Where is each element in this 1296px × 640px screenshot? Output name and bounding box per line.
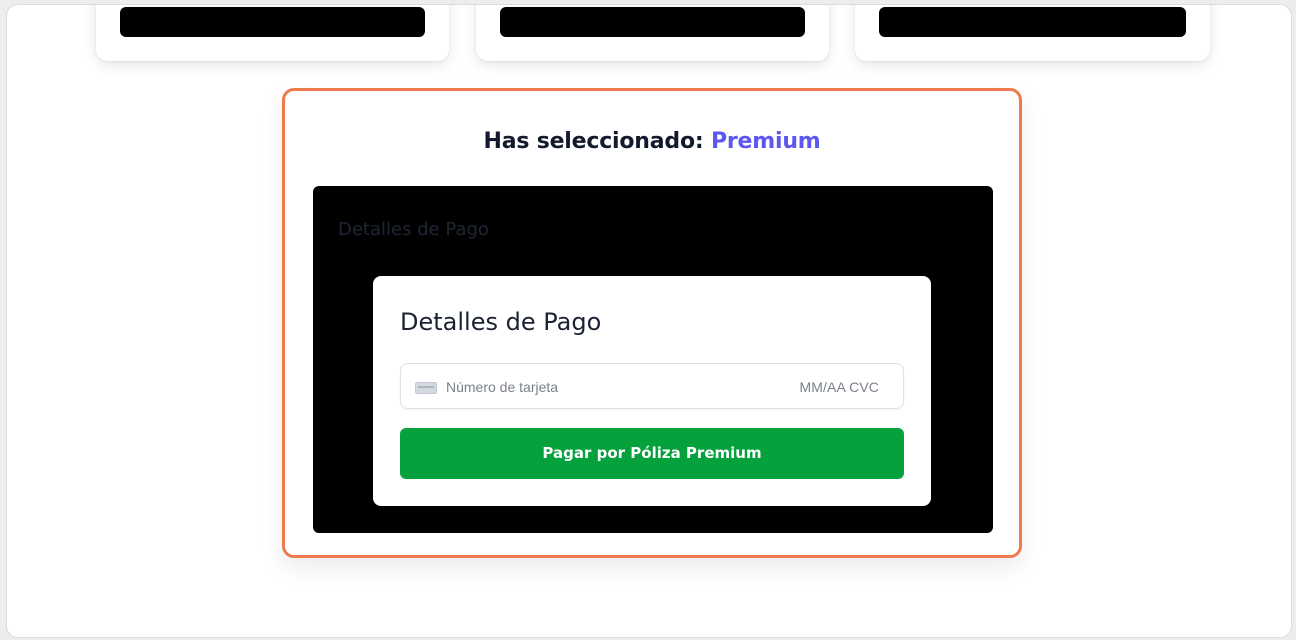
selected-plan-prefix: Has seleccionado: — [483, 129, 711, 154]
select-plan-button[interactable] — [879, 7, 1186, 37]
plan-card-premium — [855, 5, 1210, 61]
card-number-placeholder: Número de tarjeta — [446, 379, 559, 395]
payment-panel: Detalles de Pago Detalles de Pago Número… — [313, 186, 993, 533]
browser-viewport: Has seleccionado: Premium Detalles de Pa… — [6, 4, 1292, 638]
payment-form-card: Detalles de Pago Número de tarjeta MM/AA… — [373, 276, 931, 506]
payment-panel-heading: Detalles de Pago — [338, 219, 489, 240]
select-plan-button[interactable] — [120, 7, 425, 37]
pay-button[interactable]: Pagar por Póliza Premium — [400, 428, 904, 479]
plan-card-standard — [476, 5, 829, 61]
plan-card-basic — [96, 5, 449, 61]
selected-plan-name: Premium — [710, 129, 821, 154]
card-details-input[interactable]: Número de tarjeta MM/AA CVC — [400, 363, 904, 409]
card-expiry-cvc-placeholder: MM/AA CVC — [799, 379, 879, 395]
select-plan-button[interactable] — [500, 7, 805, 37]
payment-form-title: Detalles de Pago — [400, 308, 602, 336]
selected-plan-title: Has seleccionado: Premium — [285, 129, 1019, 154]
selected-plan-summary: Has seleccionado: Premium Detalles de Pa… — [282, 88, 1022, 558]
credit-card-icon — [415, 382, 437, 394]
